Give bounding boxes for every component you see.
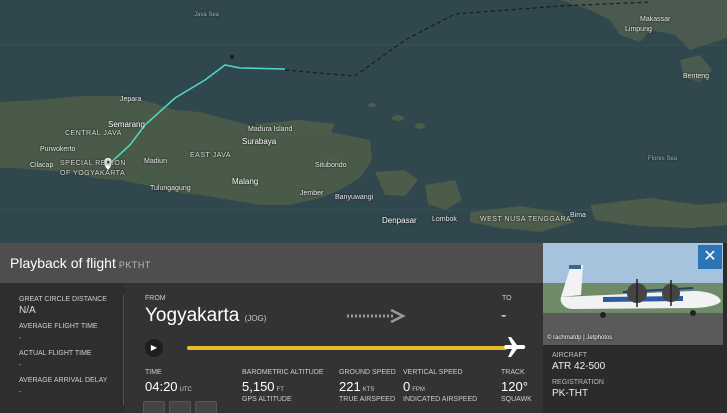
- vertical-speed-label: VERTICAL SPEED: [403, 369, 463, 376]
- map-view[interactable]: Java Sea Makassar Limpung Benteng Jepara…: [0, 0, 727, 243]
- playback-progress-track[interactable]: [187, 346, 507, 350]
- playback-controls: [143, 401, 217, 413]
- label-situbondo: Situbondo: [315, 162, 347, 169]
- time-value: 04:20 UTC: [145, 379, 192, 394]
- label-java-sea: Java Sea: [194, 12, 220, 18]
- flight-playback-screen: Java Sea Makassar Limpung Benteng Jepara…: [0, 0, 727, 413]
- close-button[interactable]: ✕: [698, 245, 722, 269]
- baro-altitude-label: BAROMETRIC ALTITUDE: [242, 369, 324, 376]
- time-value-text: 04:20: [145, 379, 178, 394]
- avg-arrival-delay-value: -: [19, 387, 22, 396]
- step-button[interactable]: [169, 401, 191, 413]
- registration-label: REGISTRATION: [552, 379, 604, 386]
- label-benteng: Benteng: [683, 73, 710, 80]
- flight-registration-code: PKTHT: [118, 260, 151, 270]
- avg-arrival-delay-label: AVERAGE ARRIVAL DELAY: [19, 377, 108, 384]
- destination-value: -: [501, 307, 507, 324]
- true-airspeed-label: TRUE AIRSPEED: [339, 396, 396, 403]
- label-limpung: Limpung: [625, 26, 652, 33]
- label-jember: Jember: [300, 190, 324, 197]
- track-value: 120°: [501, 379, 528, 394]
- label-semarang: Semarang: [108, 120, 145, 129]
- rewind-button[interactable]: [143, 401, 165, 413]
- baro-altitude-number: 5,150: [242, 379, 275, 394]
- actual-flight-time-value: -: [19, 360, 22, 369]
- from-label: FROM: [145, 295, 166, 302]
- great-circle-label: GREAT CIRCLE DISTANCE: [19, 296, 107, 303]
- aircraft-info-column: © rachmatdp | Jetphotos ✕ AIRCRAFT ATR 4…: [543, 243, 727, 413]
- origin-city: Yogyakarta (JOG): [145, 305, 266, 327]
- label-makassar: Makassar: [640, 16, 671, 23]
- label-special-region: SPECIAL REGION: [60, 160, 126, 167]
- label-west-nusa-tenggara: WEST NUSA TENGGARA: [480, 216, 572, 223]
- label-banyuwangi: Banyuwangi: [335, 194, 374, 201]
- avg-flight-time-label: AVERAGE FLIGHT TIME: [19, 323, 98, 330]
- origin-city-name: Yogyakarta: [145, 305, 240, 326]
- vertical-speed-number: 0: [403, 379, 411, 394]
- flight-info-panel: Playback of flight PKTHT GREAT CIRCLE DIS…: [0, 243, 727, 413]
- vertical-speed-unit: FPM: [412, 387, 425, 393]
- avg-flight-time-value: -: [19, 333, 22, 342]
- aircraft-position-marker[interactable]: [230, 55, 234, 59]
- vertical-speed-value: 0 FPM: [403, 379, 425, 394]
- label-jepara: Jepara: [120, 96, 142, 103]
- label-of-yogyakarta: OF YOGYAKARTA: [60, 170, 126, 177]
- label-surabaya: Surabaya: [242, 137, 277, 146]
- panel-title-text: Playback of flight: [10, 255, 116, 271]
- panel-header: Playback of flight PKTHT: [0, 243, 543, 283]
- airplane-icon[interactable]: [503, 336, 527, 358]
- great-circle-value: N/A: [19, 305, 36, 316]
- playback-progress-fill: [187, 346, 507, 350]
- gps-altitude-label: GPS ALTITUDE: [242, 396, 292, 403]
- flight-stats-column: GREAT CIRCLE DISTANCE N/A AVERAGE FLIGHT…: [0, 283, 125, 413]
- label-purwokerto: Purwokerto: [40, 146, 76, 153]
- ground-speed-value: 221 KTS: [339, 379, 374, 394]
- ground-speed-unit: KTS: [362, 387, 375, 393]
- label-madura-island: Madura Island: [248, 126, 293, 133]
- aircraft-value: ATR 42-500: [552, 361, 606, 372]
- squawk-label: SQUAWK: [501, 396, 532, 403]
- aircraft-label: AIRCRAFT: [552, 352, 587, 359]
- aircraft-photo[interactable]: © rachmatdp | Jetphotos: [543, 243, 723, 345]
- label-bima: Bima: [570, 212, 586, 219]
- photo-credit[interactable]: © rachmatdp | Jetphotos: [547, 335, 612, 341]
- label-east-java: EAST JAVA: [190, 152, 232, 159]
- label-lombok: Lombok: [432, 216, 457, 223]
- column-divider: [123, 295, 124, 405]
- baro-altitude-unit: FT: [276, 387, 284, 393]
- time-label: TIME: [145, 369, 162, 376]
- forward-button[interactable]: [195, 401, 217, 413]
- label-tulungagung: Tulungagung: [150, 185, 191, 192]
- indicated-airspeed-label: INDICATED AIRSPEED: [403, 396, 478, 403]
- ground-speed-label: GROUND SPEED: [339, 369, 396, 376]
- track-label: TRACK: [501, 369, 525, 376]
- time-unit: UTC: [179, 387, 192, 393]
- label-central-java: CENTRAL JAVA: [65, 130, 122, 137]
- aircraft-photo-image: [543, 243, 723, 345]
- origin-airport-code: (JOG): [244, 314, 267, 323]
- baro-altitude-value: 5,150 FT: [242, 379, 284, 394]
- to-label: TO: [502, 295, 512, 302]
- play-button[interactable]: ▶: [145, 339, 163, 357]
- label-flores-sea: Flores Sea: [648, 156, 678, 162]
- label-madiun: Madiun: [144, 158, 167, 165]
- route-arrow-icon: [347, 309, 406, 323]
- label-malang: Malang: [232, 177, 259, 186]
- ground-speed-number: 221: [339, 379, 361, 394]
- panel-title: Playback of flight PKTHT: [10, 255, 151, 271]
- route-column: FROM Yogyakarta (JOG) TO - ▶ TIME 04:20 U…: [125, 283, 543, 413]
- label-cilacap: Cilacap: [30, 162, 54, 169]
- label-denpasar: Denpasar: [382, 216, 417, 225]
- actual-flight-time-label: ACTUAL FLIGHT TIME: [19, 350, 92, 357]
- registration-value: PK-THT: [552, 388, 589, 399]
